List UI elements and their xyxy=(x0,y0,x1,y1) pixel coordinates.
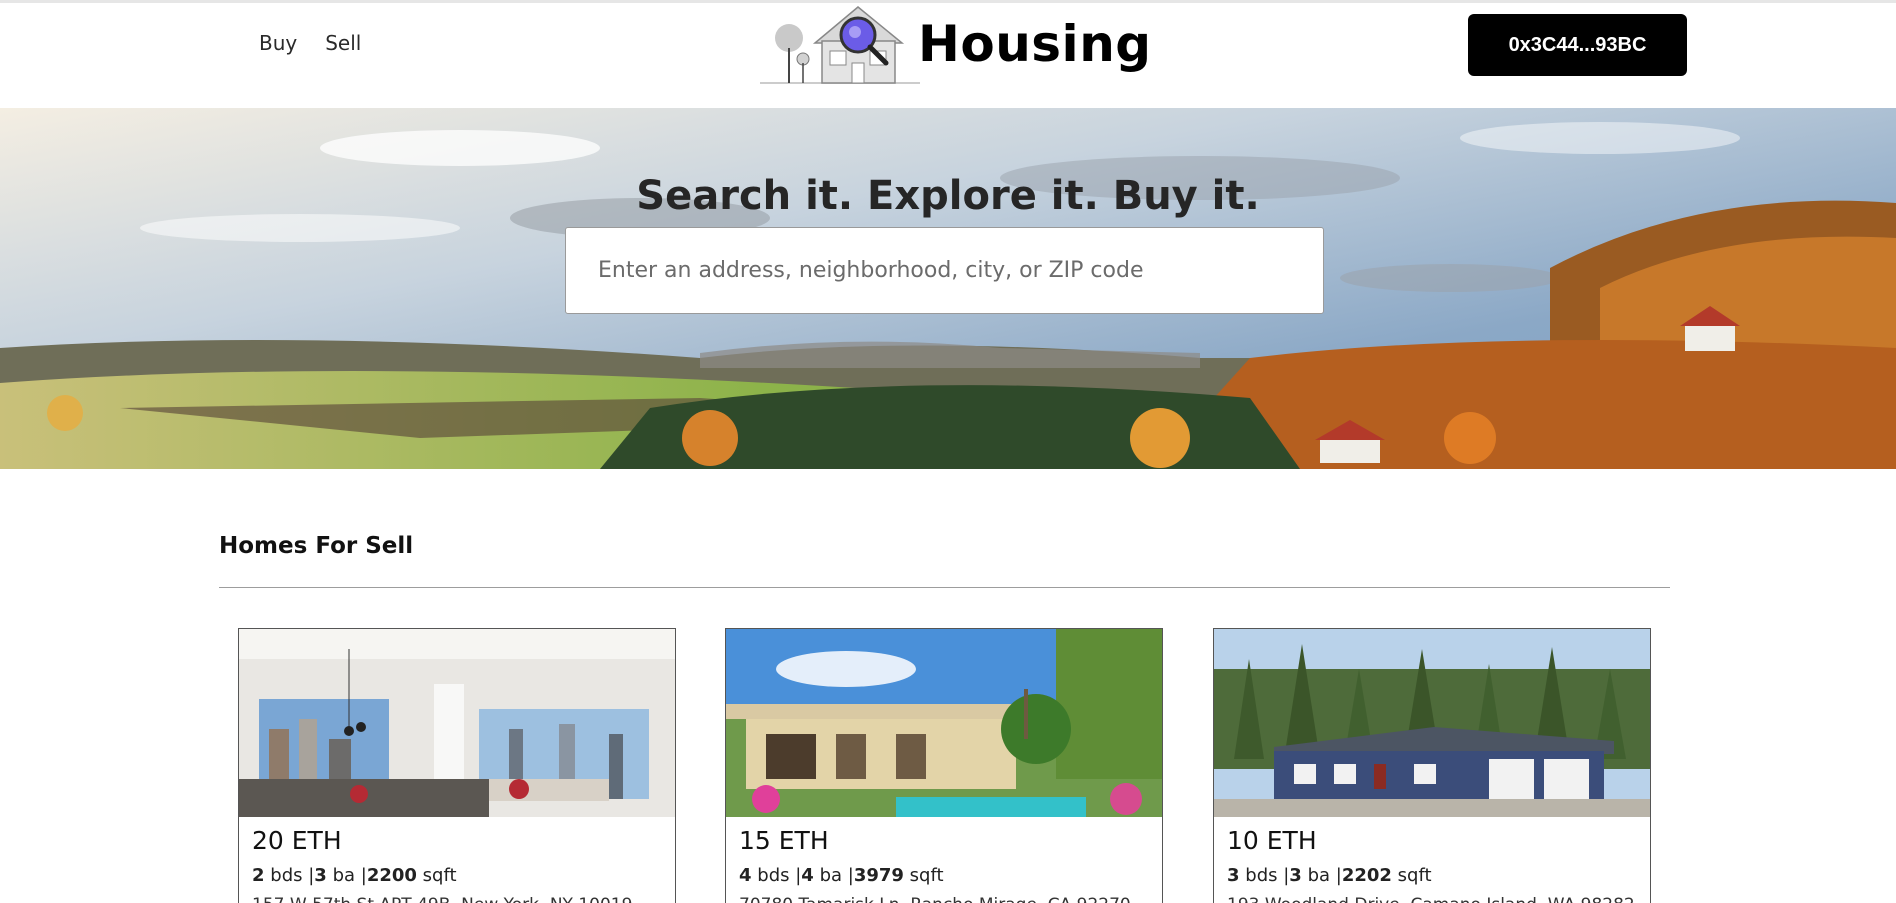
main-nav: Buy Sell xyxy=(259,31,389,55)
listing-address: 157 W 57th St APT 49B, New York, NY 1001… xyxy=(252,895,632,903)
listing-address: 70780 Tamarisk Ln, Rancho Mirage, CA 922… xyxy=(739,895,1131,903)
listing-price: 20 ETH xyxy=(252,826,342,855)
hero-title: Search it. Explore it. Buy it. xyxy=(636,173,1260,219)
logo-text: Housing xyxy=(918,15,1152,73)
listing-photo xyxy=(726,629,1162,817)
listing-photo xyxy=(239,629,675,817)
listing-specs: 3 bds |3 ba |2202 sqft xyxy=(1227,865,1432,886)
listing-specs: 4 bds |4 ba |3979 sqft xyxy=(739,865,944,886)
listing-specs: 2 bds |3 ba |2200 sqft xyxy=(252,865,457,886)
wallet-connect-button[interactable]: 0x3C44...93BC xyxy=(1468,14,1687,76)
listing-price: 10 ETH xyxy=(1227,826,1317,855)
listing-address: 193 Woodland Drive, Camano Island, WA 98… xyxy=(1227,895,1635,903)
listing-card[interactable]: 15 ETH 4 bds |4 ba |3979 sqft 70780 Tama… xyxy=(725,628,1163,903)
listing-photo xyxy=(1214,629,1650,817)
house-magnifier-logo-icon xyxy=(760,6,920,84)
nav-sell-link[interactable]: Sell xyxy=(325,31,361,55)
section-title: Homes For Sell xyxy=(219,533,414,559)
hero-banner: Search it. Explore it. Buy it. xyxy=(0,108,1896,469)
site-header: Buy Sell Housing 0x3C44...93BC xyxy=(0,3,1896,108)
listing-price: 15 ETH xyxy=(739,826,829,855)
section-divider xyxy=(219,587,1670,588)
listing-card[interactable]: 10 ETH 3 bds |3 ba |2202 sqft 193 Woodla… xyxy=(1213,628,1651,903)
site-logo[interactable]: Housing xyxy=(760,3,1151,91)
search-input[interactable] xyxy=(565,227,1324,314)
nav-buy-link[interactable]: Buy xyxy=(259,31,297,55)
listing-card[interactable]: 20 ETH 2 bds |3 ba |2200 sqft 157 W 57th… xyxy=(238,628,676,903)
